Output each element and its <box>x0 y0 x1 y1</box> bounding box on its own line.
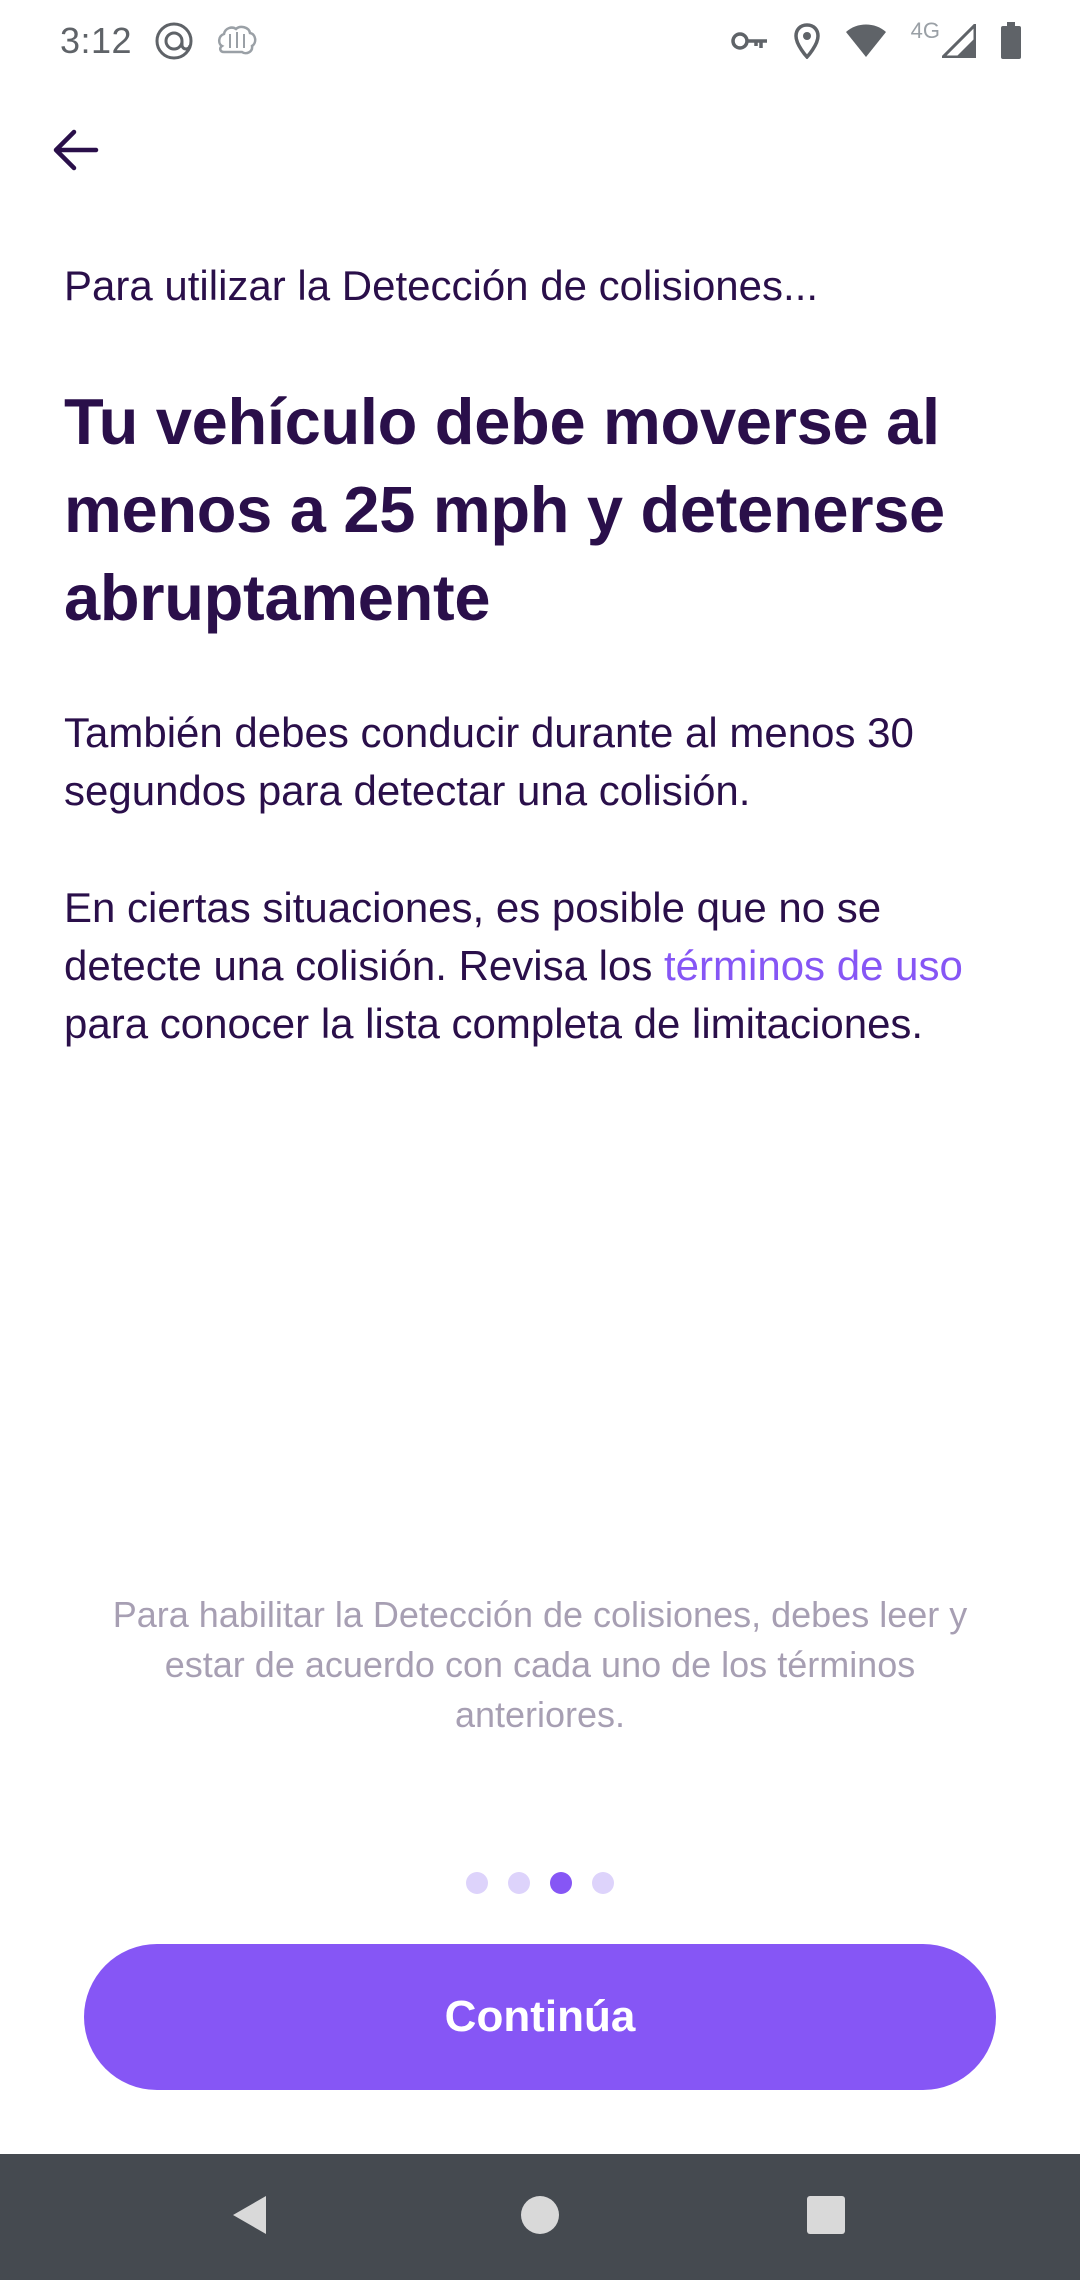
vpn-key-icon <box>730 29 769 53</box>
arrow-left-icon <box>52 128 100 177</box>
page-dot <box>592 1872 614 1894</box>
status-left: 3:12 <box>60 20 258 62</box>
driving-duration-paragraph: También debes conducir durante al menos … <box>64 709 914 814</box>
cell-signal-icon <box>942 24 976 58</box>
status-time: 3:12 <box>60 20 133 61</box>
page-dot-active <box>550 1872 572 1894</box>
back-button[interactable] <box>40 116 112 188</box>
status-right: 4G <box>730 18 1022 60</box>
recents-square-icon <box>806 2195 846 2240</box>
home-circle-icon <box>520 2195 560 2240</box>
limitations-text-after: para conocer la lista completa de limita… <box>64 1000 924 1047</box>
limitations-paragraph: En ciertas situaciones, es posible que n… <box>64 879 1016 1053</box>
nav-recents-button[interactable] <box>756 2154 896 2280</box>
brain-icon <box>216 24 258 58</box>
wifi-icon <box>845 24 887 58</box>
page-title: Tu vehículo debe moverse al menos a 25 m… <box>64 385 945 634</box>
consent-footnote: Para habilitar la Detección de colisione… <box>112 1594 968 1735</box>
at-sign-icon <box>154 21 194 61</box>
status-bar: 3:12 4G <box>0 0 1080 82</box>
nav-back-button[interactable] <box>180 2154 320 2280</box>
battery-icon <box>1000 22 1022 60</box>
nav-home-button[interactable] <box>470 2154 610 2280</box>
system-navigation-bar <box>0 2154 1080 2280</box>
continue-button[interactable]: Continúa <box>84 1944 996 2090</box>
screen: 3:12 4G Para utilizar la Detección de co… <box>0 0 1080 2280</box>
network-type-label: 4G <box>910 18 940 43</box>
terms-of-use-link[interactable]: términos de uso <box>664 942 963 989</box>
page-dot <box>508 1872 530 1894</box>
page-dot <box>466 1872 488 1894</box>
location-icon <box>793 23 821 59</box>
intro-text: Para utilizar la Detección de colisiones… <box>64 262 819 309</box>
back-triangle-icon <box>230 2193 270 2242</box>
page-indicator <box>0 1872 1080 1894</box>
